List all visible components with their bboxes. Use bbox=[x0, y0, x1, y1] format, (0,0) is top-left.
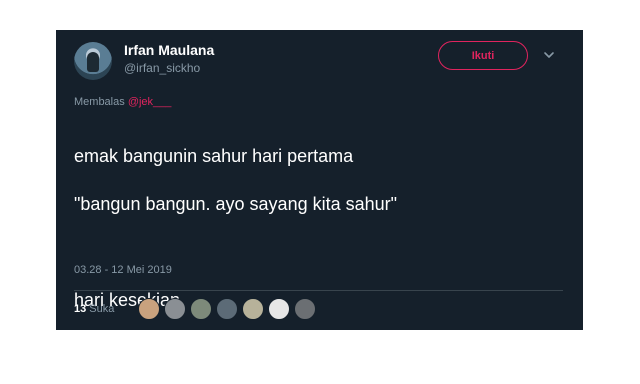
author-handle[interactable]: @irfan_sickho bbox=[124, 61, 200, 75]
tweet-line: "MAU IKUT LEBARAN GAK LU?" bbox=[74, 338, 343, 358]
liker-avatar[interactable] bbox=[164, 298, 186, 320]
reply-mention-link[interactable]: @jek___ bbox=[128, 96, 172, 108]
tweet-line: "bangun bangun. ayo sayang kita sahur" bbox=[74, 194, 398, 214]
liker-avatar[interactable] bbox=[190, 298, 212, 320]
replying-to: Membalas @jek___ bbox=[74, 96, 171, 108]
liker-avatar[interactable] bbox=[268, 298, 290, 320]
replying-prefix: Membalas bbox=[74, 96, 125, 108]
follow-button[interactable]: Ikuti bbox=[438, 41, 528, 70]
likes-label: Suka bbox=[89, 303, 115, 315]
tweet-line-gap bbox=[74, 240, 554, 264]
liker-avatar[interactable] bbox=[216, 298, 238, 320]
tweet-card: Irfan Maulana @irfan_sickho Ikuti Membal… bbox=[56, 30, 583, 358]
liker-avatar[interactable] bbox=[138, 298, 160, 320]
avatar-figure bbox=[87, 52, 99, 72]
likes-count[interactable]: 13 Suka bbox=[74, 303, 114, 315]
tweet-line: emak bangunin sahur hari pertama bbox=[74, 146, 354, 166]
chevron-down-icon[interactable] bbox=[542, 48, 556, 62]
divider bbox=[74, 290, 563, 291]
liker-avatars bbox=[138, 298, 320, 320]
tweet-text: emak bangunin sahur hari pertama "bangun… bbox=[74, 120, 554, 384]
author-name[interactable]: Irfan Maulana bbox=[124, 42, 214, 58]
timestamp[interactable]: 03.28 - 12 Mei 2019 bbox=[74, 264, 172, 276]
likes-number: 13 bbox=[74, 303, 87, 315]
avatar[interactable] bbox=[74, 42, 112, 80]
liker-avatar[interactable] bbox=[242, 298, 264, 320]
liker-avatar[interactable] bbox=[294, 298, 316, 320]
